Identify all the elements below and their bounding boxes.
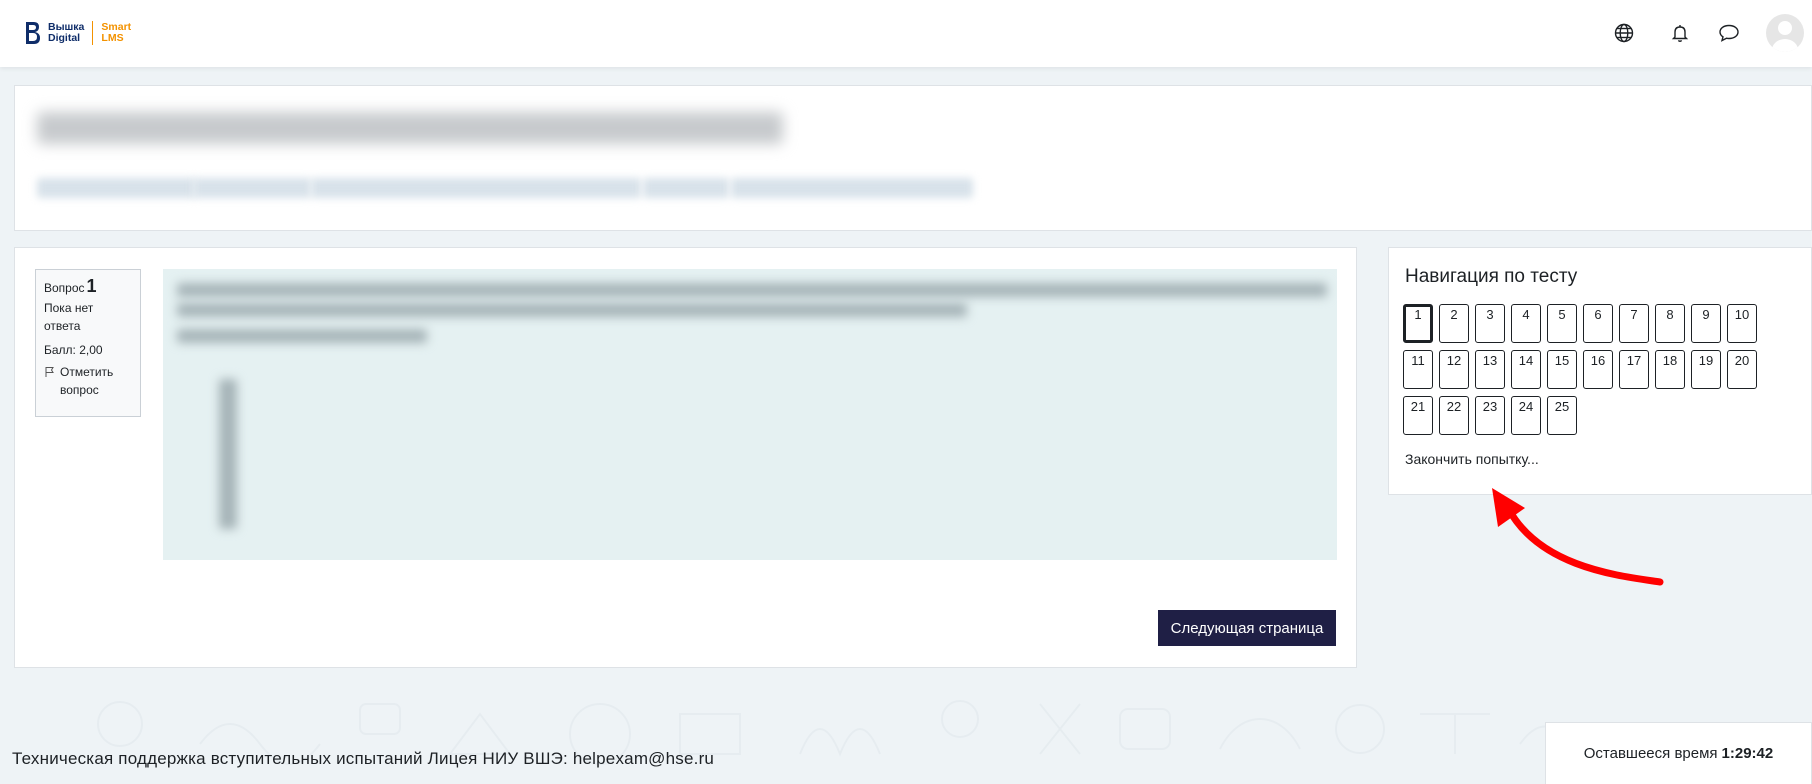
timer-label: Оставшееся время	[1583, 745, 1718, 762]
globe-icon	[1614, 23, 1634, 43]
logo-divider	[92, 21, 94, 45]
question-info: Вопрос 1 Пока нет ответа Балл: 2,00 Отмет…	[35, 269, 141, 417]
breadcrumb-redacted	[643, 178, 729, 198]
quiz-nav-button-20[interactable]: 20	[1727, 350, 1757, 389]
quiz-nav-button-24[interactable]: 24	[1511, 396, 1541, 435]
site-logo[interactable]: Вышка Digital Smart LMS	[24, 18, 131, 48]
user-avatar[interactable]	[1766, 14, 1804, 52]
course-header	[14, 85, 1812, 231]
course-title-redacted	[37, 112, 783, 144]
notifications-button[interactable]	[1666, 19, 1694, 47]
quiz-nav-button-11[interactable]: 11	[1403, 350, 1433, 389]
timer-value: 1:29:42	[1721, 745, 1774, 762]
logo-text-line4: LMS	[101, 32, 124, 44]
support-footer-text: Техническая поддержка вступительных испы…	[12, 749, 715, 768]
messages-button[interactable]	[1715, 19, 1743, 47]
quiz-nav-button-21[interactable]: 21	[1403, 396, 1433, 435]
quiz-navigation-title: Навигация по тесту	[1405, 266, 1578, 287]
quiz-nav-button-25[interactable]: 25	[1547, 396, 1577, 435]
breadcrumb-redacted	[193, 178, 311, 198]
bell-icon	[1671, 25, 1689, 42]
quiz-nav-button-14[interactable]: 14	[1511, 350, 1541, 389]
breadcrumb-redacted	[37, 178, 195, 198]
quiz-nav-button-4[interactable]: 4	[1511, 304, 1541, 343]
quiz-nav-button-3[interactable]: 3	[1475, 304, 1505, 343]
question-text-redacted	[163, 269, 1337, 560]
question-card: Вопрос 1 Пока нет ответа Балл: 2,00 Отмет…	[14, 247, 1357, 668]
next-page-button[interactable]: Следующая страница	[1158, 610, 1336, 646]
quiz-nav-button-12[interactable]: 12	[1439, 350, 1469, 389]
top-navbar: Вышка Digital Smart LMS	[0, 0, 1812, 67]
quiz-nav-button-19[interactable]: 19	[1691, 350, 1721, 389]
breadcrumb-redacted	[311, 178, 641, 198]
logo-text-line2: Digital	[48, 32, 81, 44]
quiz-nav-button-17[interactable]: 17	[1619, 350, 1649, 389]
finish-attempt-link[interactable]: Закончить попытку...	[1405, 451, 1539, 467]
quiz-nav-button-13[interactable]: 13	[1475, 350, 1505, 389]
flag-icon	[45, 367, 54, 377]
chat-icon	[1719, 24, 1739, 42]
background-doodle-pattern	[97, 700, 1571, 765]
quiz-nav-button-8[interactable]: 8	[1655, 304, 1685, 343]
quiz-nav-button-15[interactable]: 15	[1547, 350, 1577, 389]
quiz-nav-button-7[interactable]: 7	[1619, 304, 1649, 343]
user-icon	[1772, 21, 1798, 52]
language-button[interactable]	[1610, 19, 1638, 47]
question-status: Пока нет ответа	[44, 301, 94, 333]
quiz-nav-button-18[interactable]: 18	[1655, 350, 1685, 389]
quiz-nav-button-5[interactable]: 5	[1547, 304, 1577, 343]
quiz-nav-button-2[interactable]: 2	[1439, 304, 1469, 343]
question-score: Балл: 2,00	[44, 343, 103, 357]
quiz-nav-button-1[interactable]: 1	[1403, 304, 1433, 343]
flag-question-link[interactable]: Отметить вопрос	[44, 363, 132, 399]
quiz-nav-button-6[interactable]: 6	[1583, 304, 1613, 343]
quiz-nav-button-16[interactable]: 16	[1583, 350, 1613, 389]
question-number: 1	[86, 276, 97, 296]
question-number-label: Вопрос	[44, 281, 85, 295]
annotation-arrow	[1492, 488, 1664, 586]
quiz-nav-button-23[interactable]: 23	[1475, 396, 1505, 435]
quiz-nav-button-22[interactable]: 22	[1439, 396, 1469, 435]
quiz-nav-button-9[interactable]: 9	[1691, 304, 1721, 343]
quiz-timer: Оставшееся время 1:29:42	[1545, 722, 1812, 784]
quiz-navigation-panel: Навигация по тесту 1 2 3 4 5 6 7 8 9 10 11 12 13 14 15…	[1388, 247, 1812, 495]
quiz-nav-button-10[interactable]: 10	[1727, 304, 1757, 343]
hse-logo-icon	[26, 22, 40, 44]
breadcrumb-redacted	[731, 178, 973, 198]
